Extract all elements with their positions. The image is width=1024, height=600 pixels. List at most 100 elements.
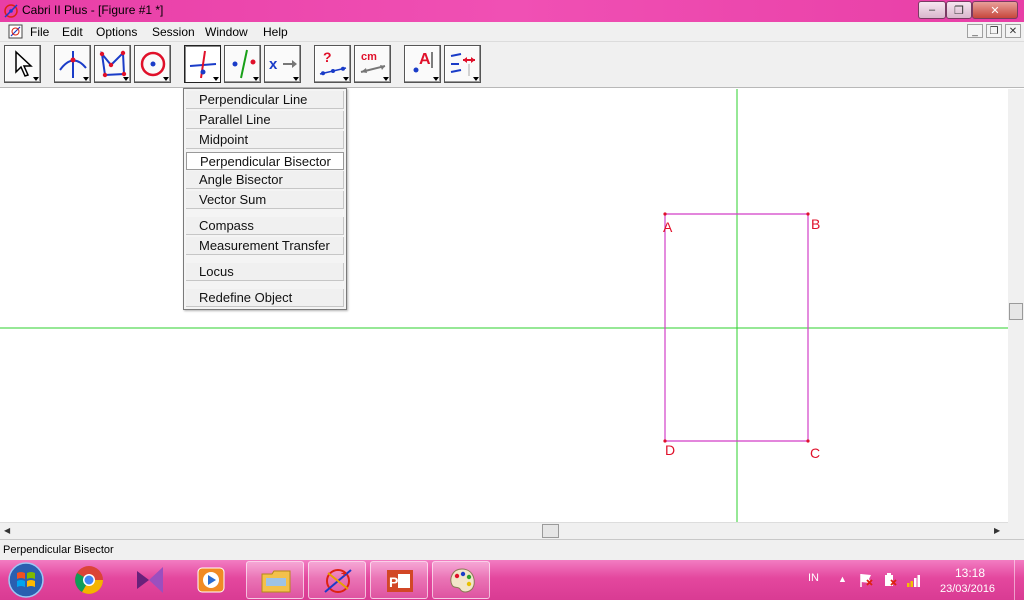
power-battery-icon[interactable]	[882, 572, 898, 588]
maximize-button[interactable]: ❐	[946, 1, 972, 19]
svg-text:+: +	[341, 569, 347, 580]
taskbar-paint[interactable]	[432, 561, 490, 599]
menu-item-redefine-object[interactable]: Redefine Object	[186, 289, 344, 307]
show-desktop-button[interactable]	[1014, 560, 1024, 600]
display-tool-button[interactable]: A	[404, 45, 441, 83]
points-tool-button[interactable]	[54, 45, 91, 83]
macro-tool-button[interactable]: x	[264, 45, 301, 83]
document-restore-button[interactable]: ❐	[986, 24, 1002, 38]
dropdown-arrow-icon	[163, 77, 169, 81]
menu-item-compass[interactable]: Compass	[186, 217, 344, 235]
check-property-tool-button[interactable]: ?	[314, 45, 351, 83]
dropdown-arrow-icon	[213, 77, 219, 81]
scrollbar-corner	[1008, 522, 1024, 539]
close-button[interactable]: ✕	[972, 1, 1018, 19]
menu-item-perpendicular-bisector[interactable]: Perpendicular Bisector	[186, 152, 344, 170]
horizontal-scroll-thumb[interactable]	[542, 524, 559, 538]
lines-tool-button[interactable]	[94, 45, 131, 83]
menu-help[interactable]: Help	[263, 25, 288, 39]
minimize-button[interactable]: –	[918, 1, 946, 19]
status-text: Perpendicular Bisector	[3, 544, 114, 556]
point-label-d[interactable]: D	[665, 442, 675, 458]
chrome-icon[interactable]	[72, 563, 106, 597]
menu-item-angle-bisector[interactable]: Angle Bisector	[186, 171, 344, 189]
menu-item-vector-sum[interactable]: Vector Sum	[186, 191, 344, 209]
scroll-left-arrow-icon[interactable]: ◀	[4, 526, 10, 535]
construct-menu: Perpendicular Line Parallel Line Midpoin…	[183, 88, 347, 310]
menu-item-perpendicular-line[interactable]: Perpendicular Line	[186, 91, 344, 109]
mark-segment-icon	[450, 53, 475, 76]
svg-text:?: ?	[323, 49, 332, 65]
dropdown-arrow-icon	[293, 77, 299, 81]
start-orb-icon[interactable]	[6, 561, 46, 599]
menu-window[interactable]: Window	[205, 25, 248, 39]
scroll-right-arrow-icon[interactable]: ▶	[994, 526, 1000, 535]
polygon-icon	[99, 50, 127, 78]
action-center-flag-icon[interactable]	[858, 572, 874, 588]
media-player-icon[interactable]	[194, 563, 228, 597]
pointer-arrow-icon	[15, 50, 33, 77]
svg-text:A: A	[419, 51, 431, 68]
perpendicular-line-icon	[189, 50, 217, 79]
measure-tool-button[interactable]: cm	[354, 45, 391, 83]
menu-item-midpoint[interactable]: Midpoint	[186, 131, 344, 149]
menu-bar: File Edit Options Session Window Help	[0, 22, 1024, 42]
menu-session[interactable]: Session	[152, 25, 195, 39]
dropdown-arrow-icon	[253, 77, 259, 81]
dropdown-arrow-icon	[473, 77, 479, 81]
clock-time[interactable]: 13:18	[955, 566, 985, 580]
taskbar-file-explorer[interactable]	[246, 561, 304, 599]
point-label-c[interactable]: C	[810, 445, 820, 461]
svg-text:P: P	[389, 574, 398, 590]
macro-xy-icon: x	[269, 56, 297, 73]
svg-text:cm: cm	[361, 51, 377, 63]
drawing-tool-button[interactable]	[444, 45, 481, 83]
menu-item-measurement-transfer[interactable]: Measurement Transfer	[186, 237, 344, 255]
point-label-a[interactable]: A	[663, 219, 673, 235]
dropdown-arrow-icon	[123, 77, 129, 81]
figure-drawing[interactable]: A B C D	[0, 89, 1008, 522]
title-bar: Cabri II Plus - [Figure #1 *] – ❐ ✕	[0, 0, 1024, 22]
point-c[interactable]	[806, 439, 810, 443]
paint-palette-icon	[450, 568, 475, 593]
document-close-button[interactable]: ✕	[1005, 24, 1021, 38]
label-text-icon: A	[413, 51, 433, 73]
menu-edit[interactable]: Edit	[62, 25, 83, 39]
curves-tool-button[interactable]	[134, 45, 171, 83]
dropdown-arrow-icon	[83, 77, 89, 81]
document-icon[interactable]	[8, 24, 23, 39]
taskbar-cabri[interactable]: +	[308, 561, 366, 599]
menu-item-parallel-line[interactable]: Parallel Line	[186, 111, 344, 129]
point-b[interactable]	[806, 212, 810, 216]
window-title: Cabri II Plus - [Figure #1 *]	[22, 3, 164, 17]
taskbar-powerpoint[interactable]: P	[370, 561, 428, 599]
svg-text:x: x	[269, 56, 278, 73]
drawing-canvas[interactable]: A B C D	[0, 89, 1008, 522]
show-hidden-icons-icon[interactable]: ▲	[838, 574, 847, 584]
vertical-scrollbar[interactable]	[1008, 89, 1024, 522]
menu-options[interactable]: Options	[96, 25, 137, 39]
dropdown-arrow-icon	[343, 77, 349, 81]
cabri-app-icon	[4, 4, 18, 18]
transform-tool-button[interactable]	[224, 45, 261, 83]
collinear-check-icon: ?	[319, 49, 347, 76]
menu-item-locus[interactable]: Locus	[186, 263, 344, 281]
dropdown-arrow-icon	[383, 77, 389, 81]
point-label-b[interactable]: B	[811, 216, 820, 232]
visual-studio-icon[interactable]	[133, 563, 167, 597]
status-bar: Perpendicular Bisector	[0, 539, 1024, 560]
vertical-scroll-thumb[interactable]	[1009, 303, 1023, 320]
pointer-tool-button[interactable]	[4, 45, 41, 83]
distance-measure-icon: cm	[360, 51, 386, 73]
construct-tool-button[interactable]	[184, 45, 221, 83]
input-language[interactable]: IN	[808, 572, 819, 584]
network-signal-icon[interactable]	[906, 572, 922, 588]
dropdown-arrow-icon	[33, 77, 39, 81]
menu-file[interactable]: File	[30, 25, 49, 39]
document-minimize-button[interactable]: _	[967, 24, 983, 38]
horizontal-scrollbar[interactable]: ◀ ▶	[0, 522, 1008, 539]
point-a[interactable]	[663, 212, 667, 216]
taskbar: + P IN ▲ 13:18 23/03/2016	[0, 560, 1024, 600]
folder-icon	[261, 570, 291, 593]
clock-date[interactable]: 23/03/2016	[940, 583, 995, 595]
